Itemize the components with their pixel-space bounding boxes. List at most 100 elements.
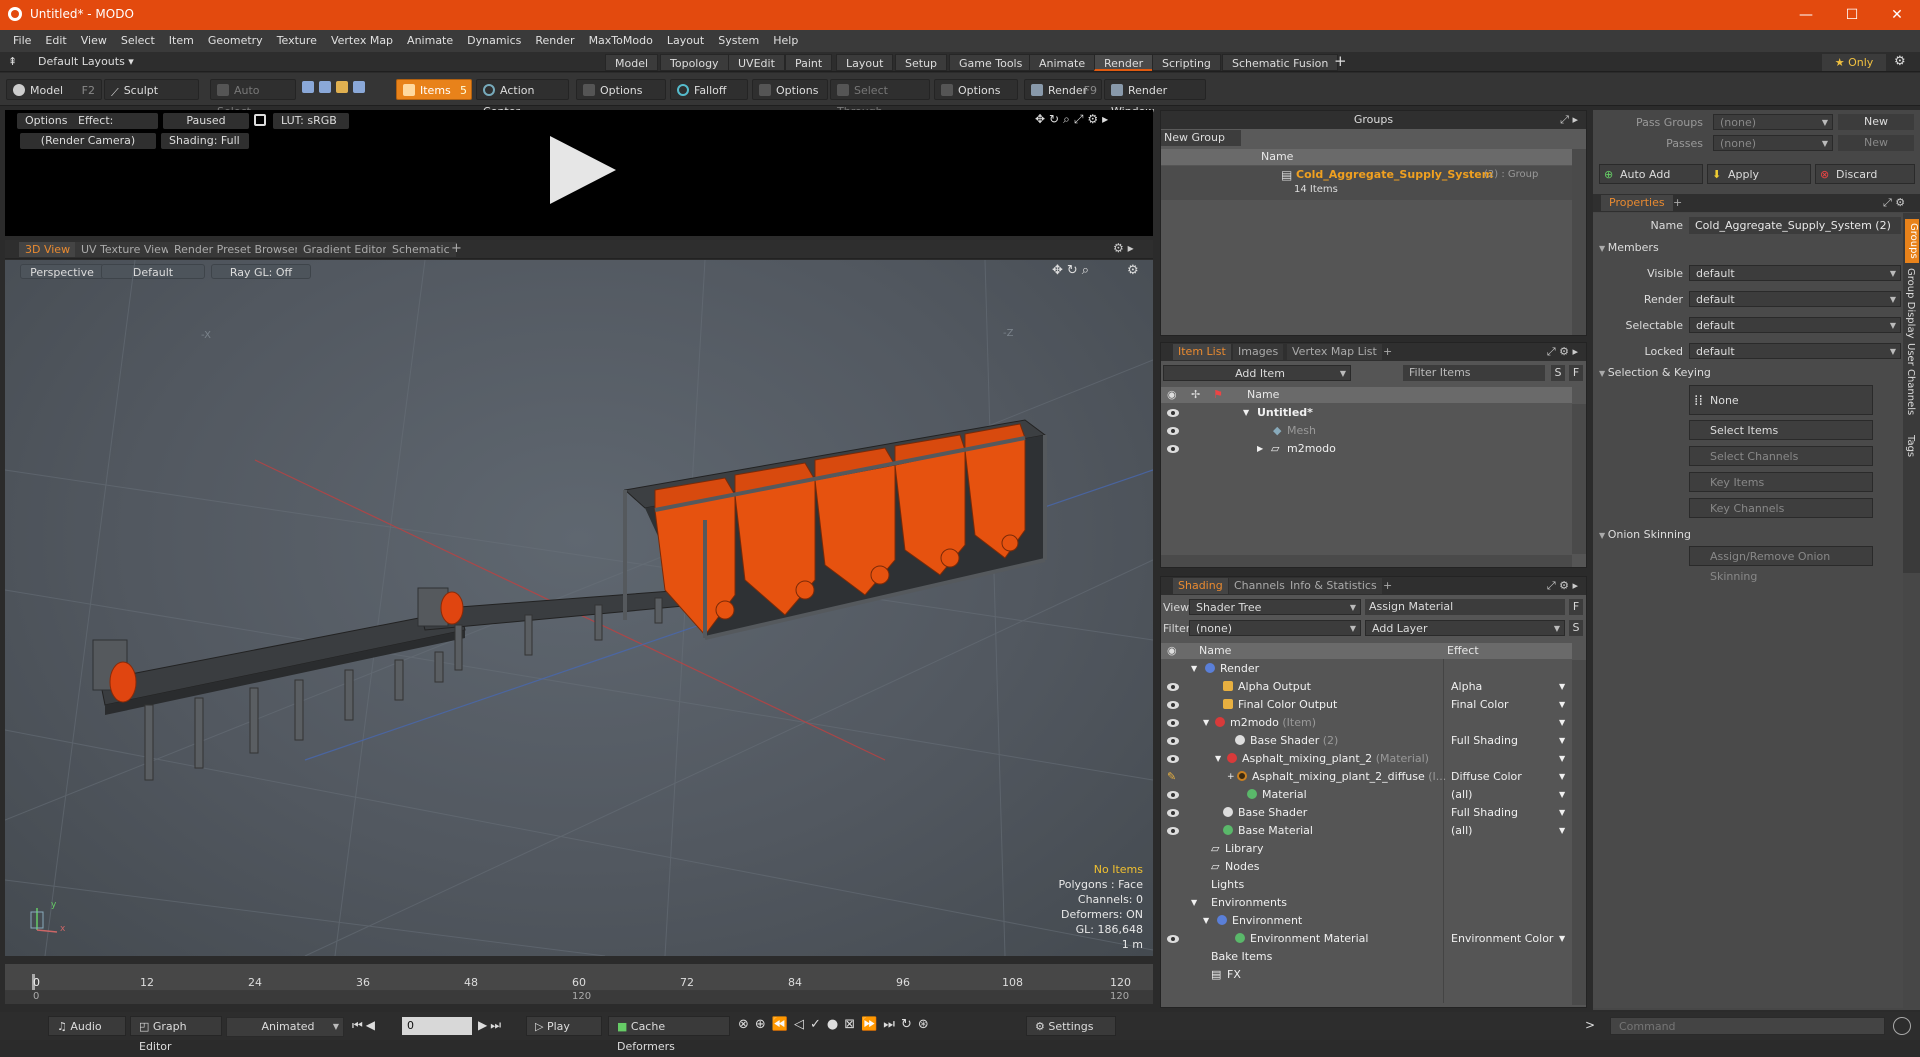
menu-file[interactable]: File	[6, 30, 38, 52]
select-through-button[interactable]: Select Through	[830, 79, 930, 118]
materials-icon[interactable]	[353, 81, 365, 93]
passes-dropdown[interactable]: (none)	[1713, 135, 1833, 152]
visibility-eye-icon[interactable]	[1167, 791, 1179, 799]
s-toggle[interactable]: S	[1551, 365, 1565, 381]
add-item-dropdown[interactable]: Add Item	[1163, 365, 1351, 382]
menu-geometry[interactable]: Geometry	[201, 30, 270, 52]
render-button[interactable]: Render F9	[1024, 79, 1102, 100]
select-items-button[interactable]: Select Items	[1689, 420, 1873, 440]
render-options-button[interactable]: Options	[17, 113, 76, 129]
expand-triangle-icon[interactable]: ▼	[1203, 714, 1209, 732]
shader-row-base-shader[interactable]: Base Shader Full Shading ▼	[1161, 804, 1572, 822]
effect-dropdown-arrow[interactable]: ▼	[1559, 732, 1565, 750]
edges-icon[interactable]	[319, 81, 331, 93]
members-section[interactable]: ▼ Members	[1599, 241, 1659, 254]
expand-triangle-icon[interactable]: ▼	[1203, 912, 1209, 930]
onion-skinning-section[interactable]: ▼ Onion Skinning	[1599, 528, 1691, 541]
timeline-ruler[interactable]: 0 12 24 36 48 60 72 84 96 108 120	[5, 964, 1153, 990]
graph-editor-button[interactable]: ◰ Graph Editor	[130, 1016, 222, 1053]
side-tab-groups[interactable]: Groups	[1905, 219, 1919, 263]
visibility-eye-icon[interactable]	[1167, 445, 1179, 453]
model-mode-button[interactable]: Model F2	[6, 79, 102, 100]
add-layer-dropdown[interactable]: Add Layer	[1365, 620, 1565, 637]
list-item[interactable]: ◆ Mesh	[1161, 422, 1572, 440]
shader-row-asphalt-material[interactable]: ▼ Asphalt_mixing_plant_2 (Material) ▼	[1161, 750, 1572, 768]
visibility-eye-icon[interactable]	[1167, 935, 1179, 943]
tab-vertex-map-list[interactable]: Vertex Map List	[1287, 344, 1382, 360]
tab-schematic[interactable]: Schematic	[386, 242, 456, 257]
visible-dropdown[interactable]: default	[1689, 265, 1901, 282]
render-window-button[interactable]: Render Window	[1104, 79, 1206, 118]
play-button[interactable]: ▷ Play	[526, 1016, 602, 1036]
shader-row-environment[interactable]: ▼ Environment	[1161, 912, 1572, 930]
cache-deformers-button[interactable]: ■ Cache Deformers	[608, 1016, 730, 1053]
paused-toggle[interactable]: Paused	[163, 113, 249, 129]
shader-row-asphalt-diffuse[interactable]: ✎ + Asphalt_mixing_plant_2_diffuse (I... Di…	[1161, 768, 1572, 786]
shader-row-m2modo[interactable]: ▼ m2modo (Item) ▼	[1161, 714, 1572, 732]
shader-row-environments[interactable]: ▼ Environments	[1161, 894, 1572, 912]
menu-vertex-map[interactable]: Vertex Map	[324, 30, 400, 52]
command-input[interactable]	[1610, 1017, 1885, 1035]
tab-3d-view[interactable]: 3D View	[19, 242, 77, 257]
tab-shading[interactable]: Shading	[1173, 578, 1228, 594]
menu-help[interactable]: Help	[766, 30, 805, 52]
shader-row-material[interactable]: Material (all) ▼	[1161, 786, 1572, 804]
tab-model[interactable]: Model	[605, 54, 659, 71]
expand-triangle-icon[interactable]: ▶	[1257, 440, 1263, 458]
add-layer-s-toggle[interactable]: S	[1569, 620, 1583, 636]
shader-row-alpha-output[interactable]: Alpha Output Alpha ▼	[1161, 678, 1572, 696]
expand-triangle-icon[interactable]: ▼	[1191, 660, 1197, 678]
sculpt-mode-button[interactable]: ⟋ Sculpt	[104, 79, 199, 100]
key-channels-button[interactable]: Key Channels	[1689, 498, 1873, 518]
shading-scrollbar[interactable]	[1572, 660, 1586, 1005]
visibility-eye-icon[interactable]	[1167, 701, 1179, 709]
item-list-gear-icon[interactable]: ⤢ ⚙ ▸	[1547, 343, 1578, 361]
filter-dropdown[interactable]: (none)	[1189, 620, 1361, 637]
gear-icon[interactable]: ⚙	[1894, 54, 1906, 69]
tab-render-preset-browser[interactable]: Render Preset Browser	[168, 242, 306, 257]
shader-row-lights[interactable]: Lights	[1161, 876, 1572, 894]
audio-button[interactable]: ♫ Audio	[48, 1016, 126, 1036]
tab-topology[interactable]: Topology	[660, 54, 729, 71]
action-center-button[interactable]: Action Center	[476, 79, 569, 118]
f-toggle[interactable]: F	[1569, 365, 1583, 381]
locked-dropdown[interactable]: default	[1689, 343, 1901, 360]
shader-row-nodes[interactable]: ▱ Nodes	[1161, 858, 1572, 876]
menu-animate[interactable]: Animate	[400, 30, 460, 52]
lut-dropdown[interactable]: LUT: sRGB	[273, 113, 349, 129]
shading-gear-icon[interactable]: ⤢ ⚙ ▸	[1547, 577, 1578, 595]
visibility-eye-icon[interactable]	[1167, 683, 1179, 691]
effect-dropdown-arrow[interactable]: ▼	[1559, 930, 1565, 948]
visibility-eye-icon[interactable]	[1167, 427, 1179, 435]
effect-dropdown-arrow[interactable]: ▼	[1559, 696, 1565, 714]
selection-keying-section[interactable]: ▼ Selection & Keying	[1599, 366, 1711, 379]
none-button[interactable]: ⁞⁞ None	[1689, 385, 1873, 415]
auto-select-button[interactable]: Auto Select	[210, 79, 296, 118]
effect-dropdown-arrow[interactable]: ▼	[1559, 768, 1565, 786]
visibility-eye-icon[interactable]	[1167, 719, 1179, 727]
groups-scrollbar[interactable]	[1572, 149, 1586, 335]
tab-item-list[interactable]: Item List	[1173, 344, 1231, 360]
viewport-gear-icon[interactable]: ⚙ ▸	[1113, 241, 1134, 255]
effect-dropdown-arrow[interactable]: ▼	[1559, 714, 1565, 732]
3d-viewport[interactable]: Perspective Default Ray GL: Off ✥↻⌕ ⚙ -X…	[5, 260, 1153, 956]
tab-images[interactable]: Images	[1233, 344, 1284, 360]
timeline[interactable]: 0 12 24 36 48 60 72 84 96 108 120 0 120 …	[5, 964, 1153, 1004]
effect-dropdown[interactable]: Effect: (Shadi...	[70, 113, 158, 129]
visibility-eye-icon[interactable]	[1167, 827, 1179, 835]
tab-game-tools[interactable]: Game Tools	[949, 54, 1033, 71]
frame-input[interactable]: 0	[402, 1017, 472, 1035]
shader-row-final-color-output[interactable]: Final Color Output Final Color ▼	[1161, 696, 1572, 714]
shading-dropdown[interactable]: Shading: Full	[161, 133, 249, 149]
filter-items-input[interactable]: Filter Items	[1403, 365, 1545, 381]
apply-button[interactable]: ⬇ Apply	[1707, 164, 1811, 184]
menu-dynamics[interactable]: Dynamics	[460, 30, 528, 52]
tab-render[interactable]: Render	[1094, 54, 1154, 71]
visibility-eye-icon[interactable]	[1167, 755, 1179, 763]
menu-layout[interactable]: Layout	[660, 30, 711, 52]
item-list-scrollbar[interactable]	[1572, 404, 1586, 554]
shader-row-fx[interactable]: ▤ FX	[1161, 966, 1572, 984]
menu-select[interactable]: Select	[114, 30, 162, 52]
properties-gear-icon[interactable]: ⤢ ⚙	[1883, 194, 1905, 212]
item-list-hscrollbar[interactable]	[1161, 555, 1572, 567]
